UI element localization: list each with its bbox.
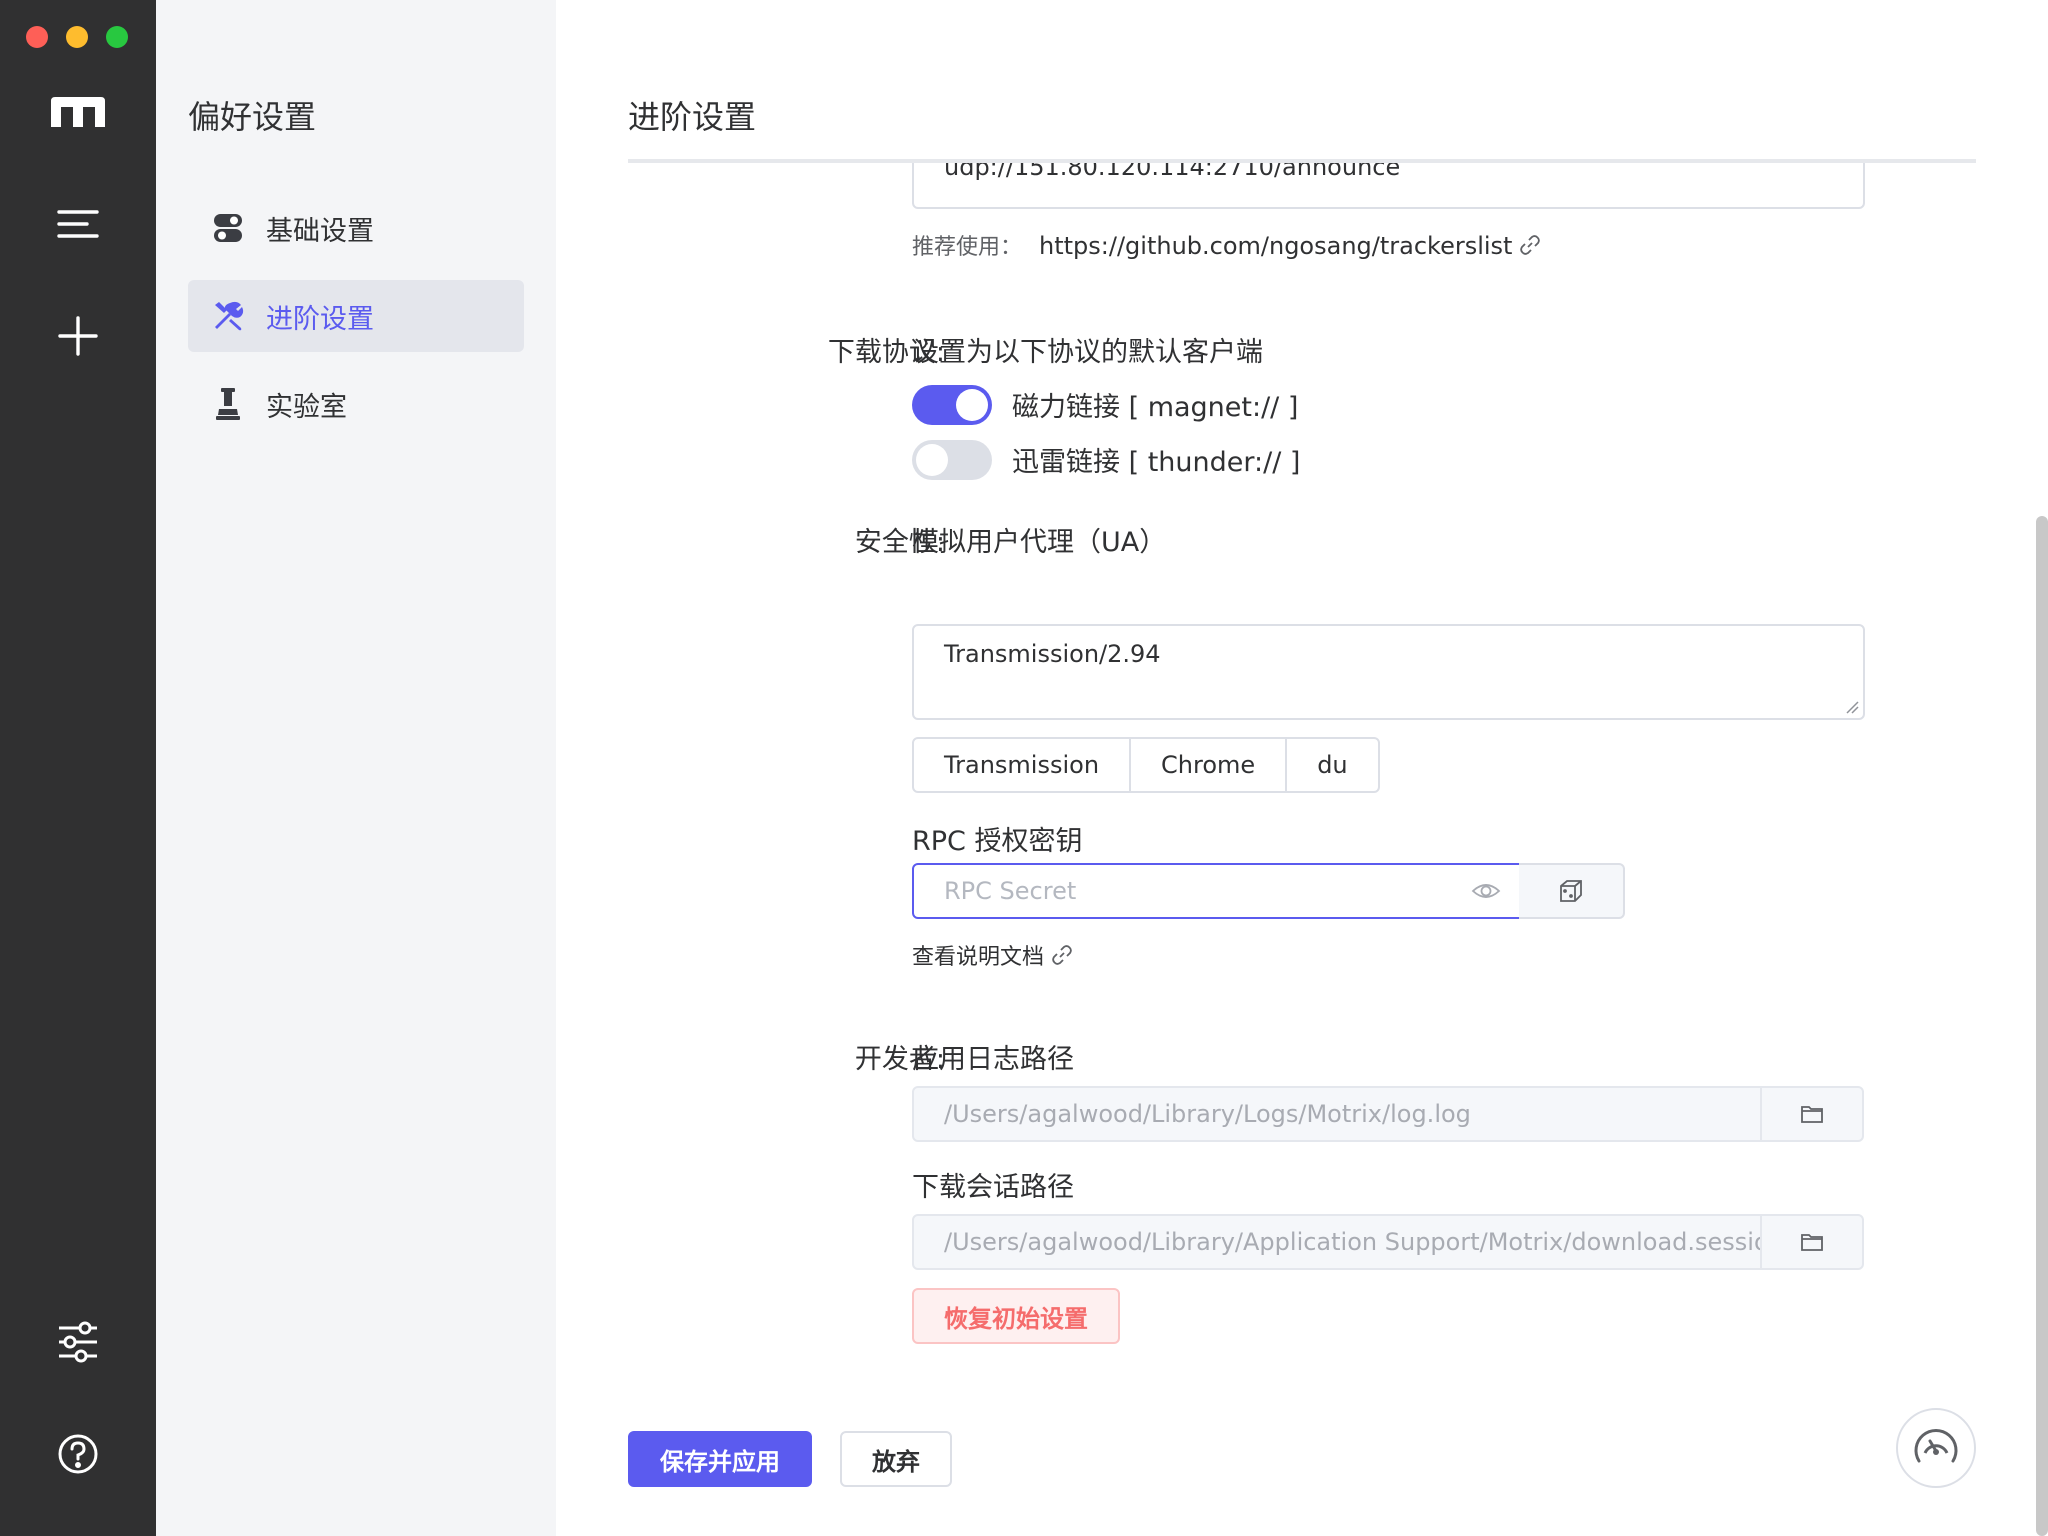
resize-grip-icon[interactable] bbox=[1845, 700, 1859, 714]
doc-link-text: 查看说明文档 bbox=[912, 945, 1045, 970]
sidebar-title: 偏好设置 bbox=[188, 98, 317, 136]
save-apply-button[interactable]: 保存并应用 bbox=[628, 1431, 812, 1487]
tracker-line: udp://151.80.120.114:2710/announce bbox=[944, 163, 1401, 181]
page-title: 进阶设置 bbox=[628, 98, 757, 136]
speedometer-button[interactable] bbox=[1896, 1408, 1976, 1488]
session-path-title: 下载会话路径 bbox=[912, 1172, 1074, 1203]
generate-secret-button[interactable] bbox=[1519, 863, 1625, 919]
rpc-doc-link[interactable]: 查看说明文档 bbox=[912, 939, 1073, 971]
reset-defaults-button[interactable]: 恢复初始设置 bbox=[912, 1288, 1120, 1344]
plus-icon[interactable] bbox=[48, 306, 108, 366]
tracker-hint-label: 推荐使用： bbox=[912, 235, 1023, 260]
sidebar-item-label: 进阶设置 bbox=[266, 303, 374, 335]
tools-icon bbox=[210, 298, 246, 334]
magnet-toggle[interactable] bbox=[912, 385, 992, 425]
bt-tracker-textarea[interactable]: udp://151.80.120.114:2710/announce bbox=[912, 163, 1865, 209]
preferences-sidebar: 偏好设置 基础设置 进阶设置 实验室 bbox=[156, 0, 556, 1536]
folder-icon bbox=[1801, 1234, 1823, 1251]
toggle-knob bbox=[956, 389, 988, 421]
user-agent-value: Transmission/2.94 bbox=[944, 640, 1161, 668]
thunder-label: 迅雷链接 [ thunder:// ] bbox=[1012, 447, 1301, 478]
sidebar-item-basic[interactable]: 基础设置 bbox=[188, 192, 524, 264]
open-log-folder-button[interactable] bbox=[1760, 1088, 1862, 1140]
ua-preset-du[interactable]: du bbox=[1285, 737, 1380, 793]
user-agent-textarea[interactable]: Transmission/2.94 bbox=[912, 624, 1865, 720]
sidebar-item-advanced[interactable]: 进阶设置 bbox=[188, 280, 524, 352]
rpc-title: RPC 授权密钥 bbox=[912, 826, 1083, 857]
open-session-folder-button[interactable] bbox=[1760, 1216, 1862, 1268]
folder-icon bbox=[1801, 1106, 1823, 1123]
settings-scroll-area[interactable]: udp://151.80.120.114:2710/announce 推荐使用：… bbox=[556, 163, 2048, 1373]
help-icon[interactable] bbox=[48, 1424, 108, 1484]
log-path-value: /Users/agalwood/Library/Logs/Motrix/log.… bbox=[944, 1100, 1471, 1128]
window-close-button[interactable] bbox=[26, 26, 48, 48]
app-rail bbox=[0, 0, 156, 1536]
window-minimize-button[interactable] bbox=[66, 26, 88, 48]
window-zoom-button[interactable] bbox=[106, 26, 128, 48]
toggle-knob bbox=[916, 444, 948, 476]
rpc-secret-input[interactable]: RPC Secret bbox=[912, 863, 1521, 919]
trackerslist-link[interactable]: https://github.com/ngosang/trackerslist bbox=[1039, 232, 1512, 260]
sidebar-item-label: 基础设置 bbox=[266, 215, 374, 247]
main-panel: 进阶设置 udp://151.80.120.114:2710/announce … bbox=[556, 0, 2048, 1536]
eye-icon[interactable] bbox=[1471, 878, 1501, 904]
thunder-toggle[interactable] bbox=[912, 440, 992, 480]
sidebar-item-lab[interactable]: 实验室 bbox=[188, 368, 524, 440]
toggle-icon bbox=[210, 210, 246, 246]
log-path-title: 应用日志路径 bbox=[912, 1044, 1074, 1075]
ua-preset-group: Transmission Chrome du bbox=[912, 737, 1380, 793]
ua-title: 模拟用户代理（UA） bbox=[912, 527, 1167, 558]
sliders-icon[interactable] bbox=[48, 1312, 108, 1372]
vertical-scrollbar[interactable] bbox=[2036, 516, 2048, 1536]
discard-button[interactable]: 放弃 bbox=[840, 1431, 952, 1487]
session-path-value: /Users/agalwood/Library/Application Supp… bbox=[944, 1228, 1760, 1256]
menu-icon[interactable] bbox=[48, 194, 108, 254]
ua-preset-chrome[interactable]: Chrome bbox=[1129, 737, 1288, 793]
link-icon bbox=[1052, 945, 1072, 965]
ua-preset-transmission[interactable]: Transmission bbox=[912, 737, 1132, 793]
motrix-logo-icon bbox=[48, 82, 108, 142]
dice-icon bbox=[1560, 880, 1582, 902]
rpc-placeholder: RPC Secret bbox=[944, 877, 1077, 905]
flask-icon bbox=[210, 386, 246, 422]
tracker-hint: 推荐使用： https://github.com/ngosang/tracker… bbox=[912, 229, 1541, 261]
sidebar-item-label: 实验室 bbox=[266, 391, 347, 423]
protocol-description: 设置为以下协议的默认客户端 bbox=[912, 337, 1263, 368]
log-path-input[interactable]: /Users/agalwood/Library/Logs/Motrix/log.… bbox=[912, 1086, 1864, 1142]
speedometer-icon bbox=[1914, 1429, 1958, 1463]
magnet-label: 磁力链接 [ magnet:// ] bbox=[1012, 392, 1299, 423]
session-path-input[interactable]: /Users/agalwood/Library/Application Supp… bbox=[912, 1214, 1864, 1270]
link-icon bbox=[1520, 235, 1541, 255]
